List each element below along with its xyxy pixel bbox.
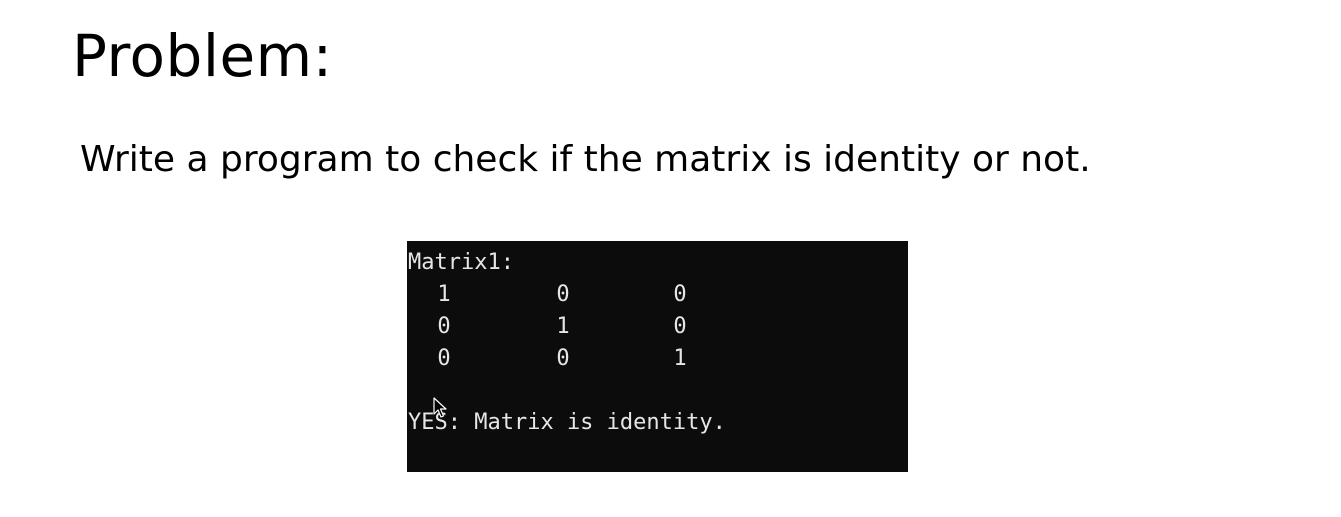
result-message: YES: Matrix is identity. bbox=[408, 410, 726, 435]
matrix-cell: 0 bbox=[556, 346, 570, 371]
matrix-cell: 0 bbox=[673, 282, 687, 307]
matrix-cell: 1 bbox=[437, 282, 451, 307]
matrix-cell: 0 bbox=[437, 314, 451, 339]
matrix-label: Matrix1: bbox=[408, 250, 514, 275]
matrix-cell: 1 bbox=[673, 346, 687, 371]
mouse-pointer-icon bbox=[433, 397, 447, 418]
slide-title: Problem: bbox=[72, 22, 333, 90]
matrix-cell: 0 bbox=[556, 282, 570, 307]
console-output-window: Matrix1: 1 0 0 0 1 0 0 0 1 YES: Matrix i… bbox=[407, 241, 908, 472]
matrix-row-3: 0 0 1 bbox=[407, 343, 767, 375]
matrix-cell: 1 bbox=[556, 314, 570, 339]
matrix-cell: 0 bbox=[673, 314, 687, 339]
problem-statement: Write a program to check if the matrix i… bbox=[80, 139, 1091, 180]
matrix-row-2: 0 1 0 bbox=[407, 311, 767, 343]
matrix-row-1: 1 0 0 bbox=[407, 279, 767, 311]
matrix-cell: 0 bbox=[437, 346, 451, 371]
